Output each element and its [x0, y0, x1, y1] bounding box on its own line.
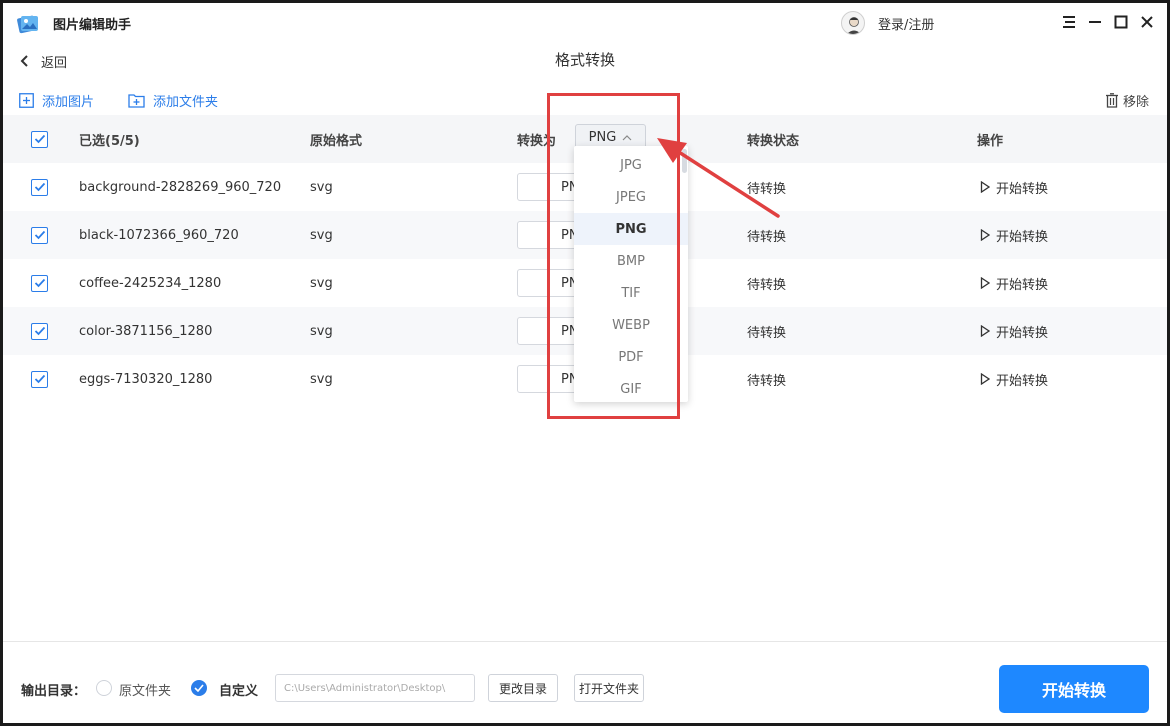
- file-name: eggs-7130320_1280: [79, 371, 213, 387]
- action-label: 开始转换: [996, 373, 1049, 389]
- file-name: coffee-2425234_1280: [79, 275, 222, 291]
- play-icon: [980, 277, 990, 289]
- start-convert-action[interactable]: 开始转换: [980, 355, 1048, 403]
- close-icon: [1141, 16, 1153, 28]
- play-icon: [980, 229, 990, 241]
- minimize-icon: [1089, 21, 1101, 23]
- checkbox-box: [31, 370, 48, 388]
- check-icon: [34, 374, 45, 384]
- app-title: 图片编辑助手: [53, 18, 132, 33]
- radio-original-folder[interactable]: [96, 680, 112, 696]
- radio-custom-label: 自定义: [219, 684, 259, 699]
- action-label: 开始转换: [996, 277, 1049, 293]
- app-logo-icon: [17, 15, 38, 34]
- change-dir-button[interactable]: 更改目录: [488, 674, 558, 702]
- convert-status: 待转换: [747, 325, 787, 341]
- page-title: 格式转换: [554, 51, 615, 69]
- footer-bar: 输出目录： 原文件夹 自定义 更改目录 打开文件夹 开始转换: [3, 641, 1167, 723]
- original-format: svg: [310, 371, 333, 387]
- check-icon: [34, 278, 45, 288]
- trash-icon: [1105, 92, 1118, 108]
- radio-custom[interactable]: [191, 680, 207, 696]
- app-window: 图片编辑助手 登录/注册 返回 格式转换 添加图片 添加文件夹 移除 已选(5/…: [3, 3, 1167, 723]
- avatar[interactable]: [841, 11, 865, 35]
- file-name: background-2828269_960_720: [79, 179, 282, 195]
- checkbox-box: [31, 226, 48, 244]
- check-icon: [194, 684, 204, 692]
- row-checkbox[interactable]: [31, 163, 48, 211]
- row-checkbox[interactable]: [31, 307, 48, 355]
- menu-button[interactable]: [1059, 12, 1079, 32]
- selected-count: 已选(5/5): [79, 133, 140, 149]
- select-all-checkbox[interactable]: [31, 115, 48, 163]
- output-path-input[interactable]: [275, 674, 475, 702]
- check-icon: [34, 326, 45, 336]
- check-icon: [34, 230, 45, 240]
- maximize-button[interactable]: [1111, 12, 1131, 32]
- action-label: 开始转换: [996, 229, 1049, 245]
- open-folder-button[interactable]: 打开文件夹: [574, 674, 644, 702]
- radio-original-folder-label: 原文件夹: [119, 684, 172, 699]
- original-format: svg: [310, 227, 333, 243]
- file-name: black-1072366_960_720: [79, 227, 239, 243]
- login-register-link[interactable]: 登录/注册: [878, 14, 934, 33]
- file-name: color-3871156_1280: [79, 323, 213, 339]
- checkbox-box: [31, 322, 48, 340]
- add-image-label: 添加图片: [42, 94, 95, 110]
- start-convert-action[interactable]: 开始转换: [980, 259, 1048, 307]
- convert-status: 待转换: [747, 277, 787, 293]
- start-convert-action[interactable]: 开始转换: [980, 211, 1048, 259]
- row-checkbox[interactable]: [31, 355, 48, 403]
- close-button[interactable]: [1137, 12, 1157, 32]
- add-folder-button[interactable]: 添加文件夹: [128, 89, 218, 111]
- user-icon: [847, 17, 861, 34]
- start-convert-action[interactable]: 开始转换: [980, 307, 1048, 355]
- start-convert-button[interactable]: 开始转换: [999, 665, 1149, 713]
- check-icon: [34, 134, 45, 144]
- check-icon: [34, 182, 45, 192]
- menu-icon: [1063, 16, 1075, 28]
- checkbox-box: [31, 274, 48, 292]
- maximize-icon: [1114, 15, 1128, 29]
- original-format: svg: [310, 323, 333, 339]
- checkbox-box: [31, 178, 48, 196]
- play-icon: [980, 325, 990, 337]
- add-folder-label: 添加文件夹: [153, 94, 219, 110]
- title-bar: 图片编辑助手 登录/注册: [3, 3, 1167, 43]
- checkbox-box: [31, 130, 48, 148]
- convert-status: 待转换: [747, 373, 787, 389]
- remove-button[interactable]: 移除: [1105, 89, 1149, 111]
- col-action: 操作: [977, 133, 1004, 149]
- col-original-format: 原始格式: [310, 133, 363, 149]
- output-dir-label: 输出目录：: [21, 684, 87, 699]
- add-folder-icon: [128, 93, 145, 108]
- add-image-icon: [19, 92, 34, 108]
- minimize-button[interactable]: [1085, 12, 1105, 32]
- remove-label: 移除: [1122, 94, 1149, 110]
- play-icon: [980, 373, 990, 385]
- row-checkbox[interactable]: [31, 259, 48, 307]
- add-image-button[interactable]: 添加图片: [19, 89, 94, 111]
- annotation-arrow-icon: [657, 138, 780, 218]
- original-format: svg: [310, 275, 333, 291]
- play-icon: [980, 181, 990, 193]
- original-format: svg: [310, 179, 333, 195]
- action-label: 开始转换: [996, 181, 1049, 197]
- start-convert-action[interactable]: 开始转换: [980, 163, 1048, 211]
- action-label: 开始转换: [996, 325, 1049, 341]
- row-checkbox[interactable]: [31, 211, 48, 259]
